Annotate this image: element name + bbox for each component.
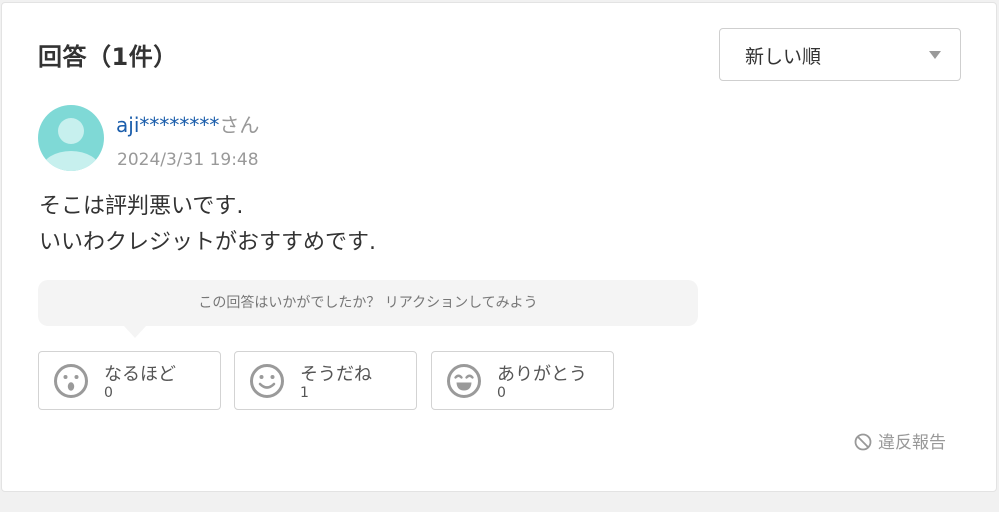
reaction-label: ありがとう: [497, 364, 587, 385]
reaction-count: 1: [300, 385, 309, 401]
speech-bubble-tail: [124, 326, 146, 338]
answer-line: そこは評判悪いです.: [39, 194, 244, 219]
grin-face-icon: [447, 364, 481, 398]
prohibited-icon: [854, 433, 872, 451]
sort-order-value: 新しい順: [745, 46, 822, 68]
user-id-link[interactable]: aji********: [116, 113, 219, 137]
answer-line: いいわクレジットがおすすめです.: [39, 230, 376, 255]
user-avatar[interactable]: [38, 105, 104, 171]
answer-body: そこは評判悪いです. いいわクレジットがおすすめです.: [39, 189, 376, 261]
reaction-button-arigatou[interactable]: ありがとう 0: [431, 351, 614, 410]
answers-heading: 回答（1件）: [38, 43, 178, 71]
answer-card: 回答（1件） 新しい順 aji********さん 2024/3/31 19:4…: [1, 2, 997, 492]
reaction-prompt-text: この回答はいかがでしたか？ リアクションしてみよう: [198, 295, 538, 311]
reaction-count: 0: [104, 385, 113, 401]
avatar-icon: [38, 105, 104, 171]
report-link[interactable]: 違反報告: [854, 428, 946, 453]
reaction-button-naruhodo[interactable]: なるほど 0: [38, 351, 221, 410]
reaction-count: 0: [497, 385, 506, 401]
answer-timestamp: 2024/3/31 19:48: [117, 150, 259, 170]
reaction-label: なるほど: [104, 364, 176, 385]
report-label: 違反報告: [878, 433, 946, 453]
sort-order-select[interactable]: 新しい順: [719, 28, 961, 81]
chevron-down-icon: [929, 51, 941, 59]
reaction-prompt: この回答はいかがでしたか？ リアクションしてみよう: [38, 280, 698, 338]
user-name: aji********さん: [116, 109, 259, 138]
reaction-button-soudane[interactable]: そうだね 1: [234, 351, 417, 410]
reaction-label: そうだね: [300, 364, 372, 385]
smile-face-icon: [250, 364, 284, 398]
user-honorific: さん: [219, 113, 260, 137]
page-background-strip: [0, 497, 999, 512]
surprised-face-icon: [54, 364, 88, 398]
